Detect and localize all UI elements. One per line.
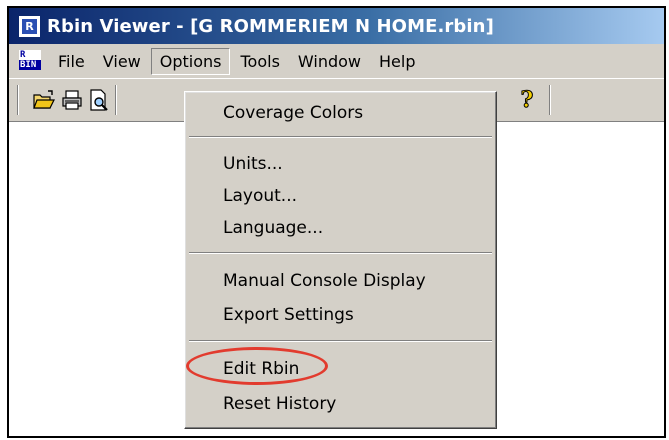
toolbar-separator [115,85,117,115]
menu-item-coverage-colors[interactable]: Coverage Colors [223,101,363,125]
menu-item-layout[interactable]: Layout... [223,184,297,208]
toolbar-separator [549,85,551,115]
menu-item-reset-history[interactable]: Reset History [223,392,336,416]
menu-separator [189,252,492,254]
menu-item-language[interactable]: Language... [223,216,323,240]
highlight-circle-annotation [186,347,328,385]
document-rbin-icon[interactable]: R BIN [19,50,41,72]
menu-help[interactable]: Help [371,48,423,75]
window-title: Rbin Viewer - [G ROMMERIEM N HOME.rbin] [47,15,494,37]
menu-item-units[interactable]: Units... [223,152,283,176]
open-folder-icon[interactable] [31,87,57,113]
menu-bar: R BIN File View Options Tools Window Hel… [9,44,664,78]
app-icon[interactable]: R [19,15,40,37]
menu-file[interactable]: File [50,48,93,75]
app-icon-letter: R [22,18,37,34]
menu-separator [189,340,492,342]
menu-item-export-settings[interactable]: Export Settings [223,303,354,327]
toolbar-grip [17,85,19,115]
menu-view[interactable]: View [95,48,149,75]
title-bar[interactable]: R Rbin Viewer - [G ROMMERIEM N HOME.rbin… [9,8,664,44]
help-icon[interactable]: ? [514,87,540,113]
print-preview-icon[interactable] [86,87,112,113]
menu-window[interactable]: Window [290,48,369,75]
menu-tools[interactable]: Tools [232,48,287,75]
menu-options[interactable]: Options [150,47,231,75]
print-icon[interactable] [59,87,85,113]
svg-text:?: ? [521,87,534,113]
menu-item-manual-console-display[interactable]: Manual Console Display [223,269,426,293]
menu-separator [189,136,492,138]
